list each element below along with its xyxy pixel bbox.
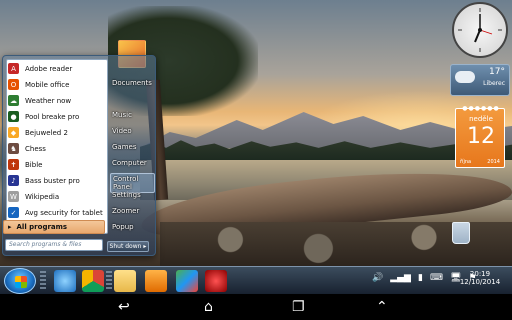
menu-music[interactable]: Music xyxy=(112,111,132,119)
shutdown-button[interactable]: Shut down ▸ xyxy=(107,241,149,252)
adobe-reader-icon: A xyxy=(8,63,19,74)
internet-explorer-icon[interactable] xyxy=(54,270,76,292)
calendar-month: října xyxy=(460,159,472,165)
taskbar-separator xyxy=(106,271,112,291)
volume-icon[interactable]: 🔊 xyxy=(372,273,383,289)
menu-popup[interactable]: Popup xyxy=(112,223,134,231)
weather-icon: ☁ xyxy=(8,95,19,106)
taskbar-separator xyxy=(40,271,46,291)
menu-item-bejeweled[interactable]: ◆ Bejuweled 2 xyxy=(8,125,106,140)
menu-zoomer[interactable]: Zoomer xyxy=(112,207,139,215)
folder-icon[interactable] xyxy=(114,270,136,292)
home-icon[interactable]: ⌂ xyxy=(204,299,213,315)
menu-settings[interactable]: Settings xyxy=(112,191,141,199)
arrow-right-icon: ▸ xyxy=(8,223,12,231)
menu-control-panel[interactable]: Control Panel xyxy=(110,173,155,193)
maps-icon[interactable] xyxy=(176,270,198,292)
bejeweled-icon: ◆ xyxy=(8,127,19,138)
clock-face-icon xyxy=(458,8,502,52)
menu-item-pool[interactable]: ● Pool breake pro xyxy=(8,109,106,124)
calendar-date: 12 xyxy=(467,124,495,149)
calendar-rings-icon: ●●●●●● xyxy=(462,105,500,112)
menu-item-adobe-reader[interactable]: A Adobe reader xyxy=(8,61,106,76)
menu-documents[interactable]: Documents xyxy=(112,79,152,87)
menu-video[interactable]: Video xyxy=(112,127,132,135)
menu-item-avg[interactable]: ✓ Avg security for tablet xyxy=(8,205,106,220)
back-icon[interactable]: ↩ xyxy=(118,299,130,315)
location-icon[interactable] xyxy=(205,270,227,292)
android-nav-bar: ↩ ⌂ ❐ ⌃ xyxy=(0,294,512,320)
menu-item-mobile-office[interactable]: O Mobile office xyxy=(8,77,106,92)
battery-icon[interactable]: ▮ xyxy=(418,273,423,289)
start-button[interactable] xyxy=(4,268,36,294)
menu-item-bible[interactable]: ✝ Bible xyxy=(8,157,106,172)
all-programs-button[interactable]: ▸ All programs xyxy=(3,220,105,234)
calendar-day: neděle xyxy=(469,115,493,123)
chevron-right-icon: ▸ xyxy=(143,243,147,250)
chess-icon: ♞ xyxy=(8,143,19,154)
clock-gadget[interactable] xyxy=(452,2,508,58)
up-arrow-icon[interactable]: ⌃ xyxy=(376,299,388,315)
signal-icon[interactable]: ▂▄▆ xyxy=(390,273,411,289)
menu-item-chess[interactable]: ♞ Chess xyxy=(8,141,106,156)
weather-temperature: 17° xyxy=(489,67,505,77)
bible-icon: ✝ xyxy=(8,159,19,170)
network-icon[interactable]: ⌨ xyxy=(430,273,443,289)
date-text: 12/10/2014 xyxy=(459,278,501,286)
recent-apps-icon[interactable]: ❐ xyxy=(292,299,305,315)
bass-buster-icon: ♪ xyxy=(8,175,19,186)
weather-gadget[interactable]: 17° Liberec xyxy=(450,64,510,96)
calendar-gadget[interactable]: ●●●●●● neděle 12 října 2014 xyxy=(455,105,505,168)
wikipedia-icon: W xyxy=(8,191,19,202)
avg-icon: ✓ xyxy=(8,207,19,218)
pool-icon: ● xyxy=(8,111,19,122)
menu-computer[interactable]: Computer xyxy=(112,159,147,167)
menu-item-wikipedia[interactable]: W Wikipedia xyxy=(8,189,106,204)
menu-item-bass-buster[interactable]: ♪ Bass buster pro xyxy=(8,173,106,188)
mobile-office-icon: O xyxy=(8,79,19,90)
menu-games[interactable]: Games xyxy=(112,143,137,151)
menu-item-weather-now[interactable]: ☁ Weather now xyxy=(8,93,106,108)
media-player-icon[interactable] xyxy=(145,270,167,292)
search-input[interactable]: Search programs & files xyxy=(5,239,103,251)
chrome-icon[interactable] xyxy=(82,270,104,292)
weather-city: Liberec xyxy=(483,80,505,87)
calendar-year: 2014 xyxy=(487,159,500,165)
taskbar: 🔊 ▂▄▆ ▮ ⌨ 🖥 ⚑ 20:19 12/10/2014 xyxy=(0,266,512,294)
time-text: 20:19 xyxy=(469,270,491,278)
clock-display[interactable]: 20:19 12/10/2014 xyxy=(456,270,504,286)
recycle-bin-icon[interactable] xyxy=(452,222,470,244)
cloud-icon xyxy=(455,71,475,83)
